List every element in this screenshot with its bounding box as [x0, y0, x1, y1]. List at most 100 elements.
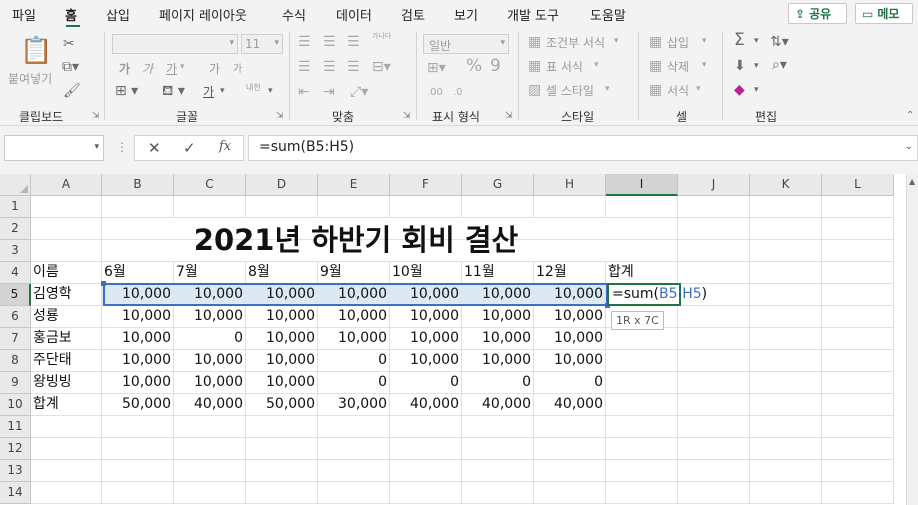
grid-cell[interactable]: [318, 482, 390, 504]
grid-cell[interactable]: [31, 416, 102, 438]
chevron-down-icon[interactable]: ▾: [754, 33, 759, 49]
grid-cell[interactable]: [246, 438, 318, 460]
formula-input[interactable]: =sum(B5:H5) ⌄: [248, 135, 918, 161]
sort-filter-icon[interactable]: ⇅▾: [770, 34, 789, 50]
cell-h4[interactable]: 12월: [534, 262, 606, 284]
grid-cell[interactable]: [534, 196, 606, 218]
cell-e8[interactable]: 0: [318, 350, 390, 372]
cell-h7[interactable]: 10,000: [534, 328, 606, 350]
grid-cell[interactable]: [822, 416, 894, 438]
cell-c5[interactable]: 10,000: [174, 284, 246, 306]
clipboard-launcher-icon[interactable]: ⇲: [92, 111, 100, 121]
find-select-icon[interactable]: ⌕▾: [772, 57, 787, 73]
grid-cell[interactable]: [31, 460, 102, 482]
decrease-decimal-icon[interactable]: .0: [453, 85, 463, 101]
grid-cell[interactable]: [606, 350, 678, 372]
row-header-4[interactable]: 4: [0, 262, 31, 284]
menu-page-layout[interactable]: 페이지 레이아웃: [159, 5, 247, 24]
grid-cell[interactable]: [678, 416, 750, 438]
grid-cell[interactable]: [318, 460, 390, 482]
grid-cell[interactable]: [390, 482, 462, 504]
cell-c7[interactable]: 0: [174, 328, 246, 350]
grid-cell[interactable]: [822, 394, 894, 416]
cell-e4[interactable]: 9월: [318, 262, 390, 284]
font-size-select[interactable]: 11 ▾: [241, 34, 283, 54]
grid-cell[interactable]: [678, 262, 750, 284]
grid-cell[interactable]: [246, 196, 318, 218]
expand-formula-icon[interactable]: ⌄: [905, 141, 913, 152]
enter-icon[interactable]: ✓: [183, 139, 196, 157]
column-header-g[interactable]: G: [462, 174, 534, 196]
grid-cell[interactable]: [822, 328, 894, 350]
grid-cell[interactable]: [678, 460, 750, 482]
grid-cell[interactable]: [678, 306, 750, 328]
grid-cell[interactable]: [750, 482, 822, 504]
scroll-up-icon[interactable]: ▲: [909, 177, 915, 186]
grid-cell[interactable]: [678, 328, 750, 350]
cell-f8[interactable]: 10,000: [390, 350, 462, 372]
cell-f7[interactable]: 10,000: [390, 328, 462, 350]
grid-cell[interactable]: [750, 328, 822, 350]
cell-a9[interactable]: 왕빙빙: [31, 372, 102, 394]
grid-cell[interactable]: [102, 438, 174, 460]
cell-b5[interactable]: 10,000: [102, 284, 174, 306]
grid-cell[interactable]: [31, 482, 102, 504]
grid-cell[interactable]: [822, 482, 894, 504]
grid-cell[interactable]: [174, 416, 246, 438]
cell-c6[interactable]: 10,000: [174, 306, 246, 328]
menu-developer[interactable]: 개발 도구: [507, 5, 559, 24]
cell-g6[interactable]: 10,000: [462, 306, 534, 328]
conditional-format-icon[interactable]: ▦: [528, 34, 541, 50]
grid-cell[interactable]: [174, 196, 246, 218]
delete-cells-button[interactable]: 삭제: [667, 58, 689, 75]
share-button[interactable]: ⇪ 공유: [788, 3, 847, 24]
column-header-e[interactable]: E: [318, 174, 390, 196]
grid-cell[interactable]: [750, 240, 822, 262]
grid-cell[interactable]: [606, 218, 678, 240]
grid-cell[interactable]: [534, 438, 606, 460]
menu-data[interactable]: 데이터: [336, 5, 372, 24]
increase-indent-icon[interactable]: ⇥: [323, 84, 335, 100]
grid-cell[interactable]: [606, 196, 678, 218]
cell-g5[interactable]: 10,000: [462, 284, 534, 306]
row-header-11[interactable]: 11: [0, 416, 31, 438]
grid-cell[interactable]: [750, 262, 822, 284]
cell-b9[interactable]: 10,000: [102, 372, 174, 394]
grid-cell[interactable]: [534, 416, 606, 438]
grid-cell[interactable]: [678, 438, 750, 460]
grid-cell[interactable]: [606, 394, 678, 416]
grid-cell[interactable]: [606, 416, 678, 438]
grid-cell[interactable]: [822, 262, 894, 284]
cell-a6[interactable]: 성룡: [31, 306, 102, 328]
cell-d10[interactable]: 50,000: [246, 394, 318, 416]
column-header-j[interactable]: J: [678, 174, 750, 196]
cut-icon[interactable]: ✂: [63, 36, 75, 52]
paste-label[interactable]: 붙여넣기: [8, 70, 52, 87]
grid-cell[interactable]: [750, 284, 822, 306]
grid-cell[interactable]: [390, 438, 462, 460]
cell-a4[interactable]: 이름: [31, 262, 102, 284]
cancel-icon[interactable]: ✕: [148, 139, 161, 157]
cell-g9[interactable]: 0: [462, 372, 534, 394]
chevron-down-icon[interactable]: ▾: [605, 81, 610, 97]
collapse-ribbon-icon[interactable]: ⌃: [906, 108, 914, 124]
italic-button[interactable]: 가: [142, 60, 153, 77]
insert-cells-button[interactable]: 삽입: [667, 34, 689, 51]
font-color-button[interactable]: 가: [203, 83, 214, 100]
row-header-8[interactable]: 8: [0, 350, 31, 372]
grid-cell[interactable]: [390, 196, 462, 218]
chevron-down-icon[interactable]: ▾: [220, 83, 225, 99]
grid-cell[interactable]: [31, 196, 102, 218]
grid-cell[interactable]: [31, 438, 102, 460]
grid-cell[interactable]: [678, 240, 750, 262]
grid-cell[interactable]: [822, 196, 894, 218]
align-center-icon[interactable]: ☰: [323, 59, 336, 75]
insert-function-button[interactable]: fx: [219, 139, 231, 154]
grid-cell[interactable]: [750, 218, 822, 240]
grid-cell[interactable]: [678, 350, 750, 372]
cell-b10[interactable]: 50,000: [102, 394, 174, 416]
cell-d6[interactable]: 10,000: [246, 306, 318, 328]
paste-icon[interactable]: 📋: [20, 36, 52, 66]
align-middle-icon[interactable]: ☰: [323, 34, 336, 50]
chevron-down-icon[interactable]: ▾: [754, 82, 759, 98]
